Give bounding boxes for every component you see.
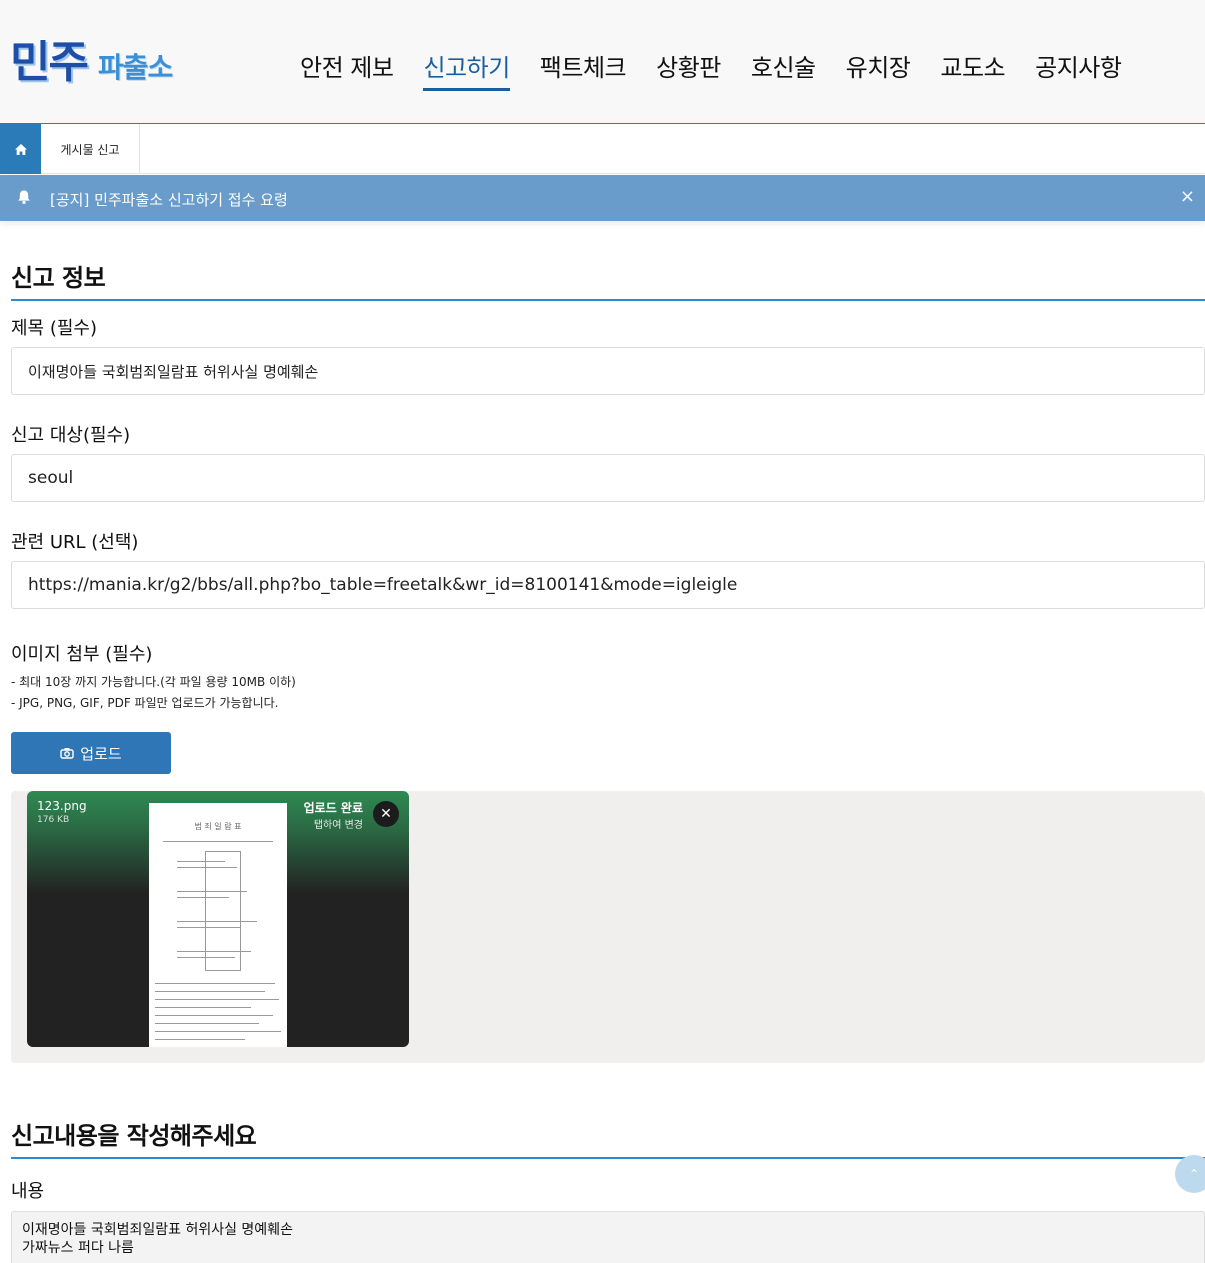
notice-bar: [공지] 민주파출소 신고하기 접수 요령 × [0,175,1205,221]
nav-item-self-defense[interactable]: 호신술 [751,48,816,93]
subject-label: 제목 (필수) [11,318,98,339]
site-logo[interactable]: 민주 파출소 [10,26,190,90]
home-button[interactable] [0,124,41,174]
home-icon [14,143,27,155]
breadcrumb-current[interactable]: 게시물 신고 [41,124,140,174]
site-header: 민주 파출소 안전 제보 신고하기 팩트체크 상황판 호신술 유치장 교도소 공… [0,0,1205,124]
attachment-hint-types: - JPG, PNG, GIF, PDF 파일만 업로드가 가능합니다. [11,696,279,710]
section-title-content: 신고내용을 작성해주세요 [11,1116,1205,1159]
nav-item-detention[interactable]: 유치장 [846,48,911,93]
url-input[interactable]: https://mania.kr/g2/bbs/all.php?bo_table… [11,561,1205,609]
file-size: 176 KB [37,815,70,825]
nav-item-factcheck[interactable]: 팩트체크 [540,48,627,93]
logo-text-sub: 파출소 [98,51,173,84]
document-preview-image: 범 죄 일 람 표 [149,803,287,1047]
section-title-report-info: 신고 정보 [11,258,1205,301]
chevron-up-icon: ⌃ [1188,1167,1200,1181]
upload-dropzone[interactable]: 범 죄 일 람 표 123.png 176 KB 업로드 완료 탭하여 변경 ✕ [11,791,1205,1063]
upload-status: 업로드 완료 [303,801,363,815]
attachment-hint-size: - 최대 10장 까지 가능합니다.(각 파일 용량 10MB 이하) [11,675,296,689]
main-nav: 안전 제보 신고하기 팩트체크 상황판 호신술 유치장 교도소 공지사항 [300,48,1151,93]
target-input[interactable]: seoul [11,454,1205,502]
breadcrumb: 게시물 신고 [0,124,1205,174]
notice-close-icon[interactable]: × [1180,186,1195,207]
nav-item-report[interactable]: 신고하기 [423,48,510,93]
subject-input[interactable]: 이재명아들 국회범죄일람표 허위사실 명예훼손 [11,347,1205,395]
remove-file-close-icon[interactable]: ✕ [373,801,399,827]
nav-item-status-board[interactable]: 상황판 [656,48,721,93]
content-label: 내용 [11,1181,45,1202]
target-label: 신고 대상(필수) [11,425,131,446]
upload-button[interactable]: 업로드 [11,732,171,774]
scroll-top-button[interactable]: ⌃ [1175,1155,1205,1193]
upload-status-hint[interactable]: 탭하여 변경 [314,816,363,831]
attachment-label: 이미지 첨부 (필수) [11,644,153,665]
nav-item-safety-report[interactable]: 안전 제보 [300,48,394,93]
document-preview-heading: 범 죄 일 람 표 [194,822,242,831]
nav-item-notices[interactable]: 공지사항 [1035,48,1122,93]
url-label: 관련 URL (선택) [11,532,139,553]
nav-item-prison[interactable]: 교도소 [940,48,1005,93]
file-name: 123.png [37,799,87,813]
content-textarea[interactable]: 이재명아들 국회범죄일람표 허위사실 명예훼손 가짜뉴스 퍼다 나름 [11,1211,1205,1263]
upload-button-label: 업로드 [80,744,122,763]
camera-icon [60,748,74,759]
logo-text-main: 민주 [10,37,89,88]
bell-icon [18,190,30,204]
notice-text[interactable]: [공지] 민주파출소 신고하기 접수 요령 [50,189,288,210]
uploaded-file-preview[interactable]: 범 죄 일 람 표 123.png 176 KB 업로드 완료 탭하여 변경 ✕ [27,791,409,1047]
